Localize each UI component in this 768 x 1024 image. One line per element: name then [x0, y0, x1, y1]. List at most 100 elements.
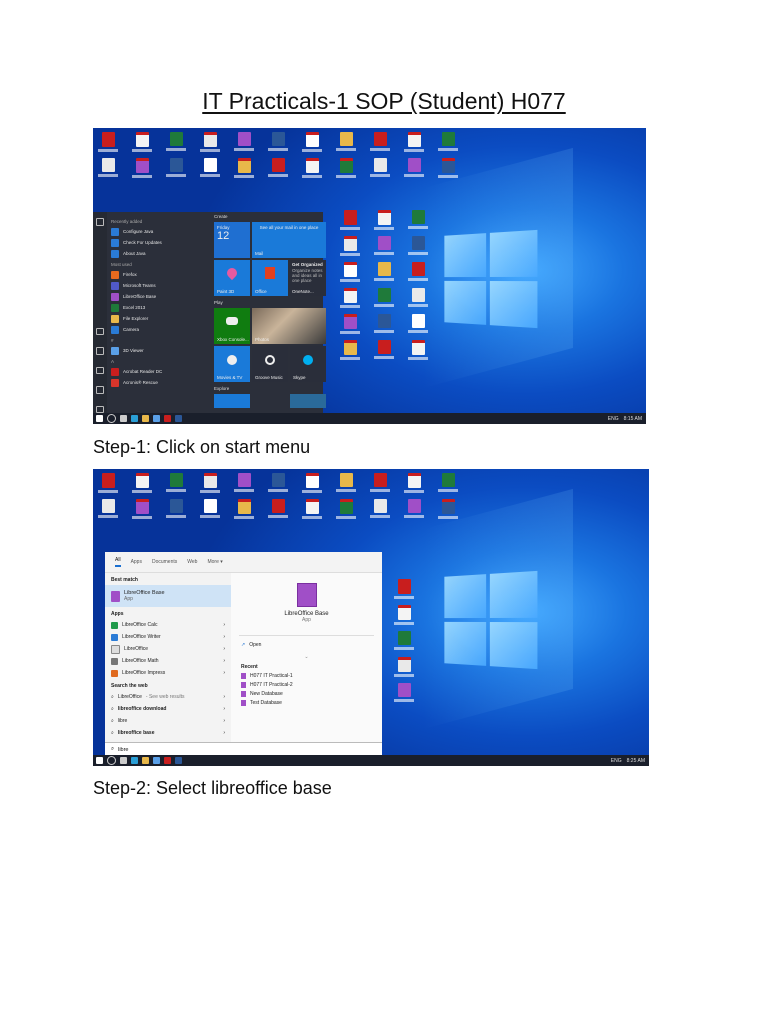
desktop-file-icon[interactable] [394, 631, 414, 651]
list-item[interactable]: LibreOffice Math › [105, 655, 231, 667]
paint3d-tile[interactable]: Paint 3D [214, 260, 250, 296]
desktop-file-icon[interactable] [166, 499, 186, 519]
office-tile[interactable]: Office [252, 260, 288, 296]
explore-tile[interactable] [290, 394, 326, 408]
desktop-file-icon[interactable] [336, 473, 356, 493]
list-item[interactable]: LibreOffice › [105, 643, 231, 655]
desktop-file-icon[interactable] [370, 499, 390, 519]
desktop-file-icon[interactable] [302, 132, 322, 152]
desktop-file-icon[interactable] [374, 210, 394, 230]
desktop-file-icon[interactable] [374, 288, 394, 308]
desktop-file-icon[interactable] [234, 158, 254, 178]
web-item[interactable]: ⌕ libreoffice download › [105, 703, 231, 715]
desktop-file-icon[interactable] [336, 499, 356, 519]
desktop-file-icon[interactable] [302, 499, 322, 519]
list-item[interactable]: Acronis® Rescue [111, 377, 207, 388]
store-icon[interactable] [153, 415, 160, 422]
web-item[interactable]: ⌕ libre › [105, 715, 231, 727]
tray-language[interactable]: ENG [611, 758, 622, 764]
tray-clock[interactable]: 8:25 AM [627, 758, 645, 764]
desktop-file-icon[interactable] [340, 340, 360, 360]
desktop-file-icon[interactable] [98, 158, 118, 178]
best-match-item[interactable]: LibreOffice Base App [105, 585, 231, 607]
desktop-file-icon[interactable] [408, 210, 428, 230]
pdf-icon[interactable] [164, 757, 171, 764]
desktop-file-icon[interactable] [370, 132, 390, 152]
calendar-tile[interactable]: Friday 12 [214, 222, 250, 258]
tab-apps[interactable]: Apps [131, 559, 142, 565]
desktop-file-icon[interactable] [370, 158, 390, 178]
taskview-icon[interactable] [120, 757, 127, 764]
desktop-file-icon[interactable] [200, 499, 220, 519]
desktop-file-icon[interactable] [302, 473, 322, 493]
list-item[interactable]: LibreOffice Calc › [105, 619, 231, 631]
folder-icon[interactable] [142, 415, 149, 422]
desktop-file-icon[interactable] [132, 473, 152, 493]
settings-icon[interactable] [96, 386, 104, 394]
search-icon[interactable] [107, 756, 116, 765]
word-icon[interactable] [175, 757, 182, 764]
list-item[interactable]: Camera [111, 324, 207, 335]
desktop-file-icon[interactable] [268, 473, 288, 493]
desktop-file-icon[interactable] [408, 340, 428, 360]
desktop-file-icon[interactable] [404, 473, 424, 493]
desktop-file-icon[interactable] [234, 473, 254, 493]
user-icon[interactable] [96, 327, 104, 335]
open-action[interactable]: ↗ Open [241, 642, 372, 648]
desktop-file-icon[interactable] [394, 657, 414, 677]
desktop-file-icon[interactable] [268, 499, 288, 519]
tray-clock[interactable]: 8:15 AM [624, 416, 642, 422]
word-icon[interactable] [175, 415, 182, 422]
tray-language[interactable]: ENG [608, 416, 619, 422]
desktop-file-icon[interactable] [340, 210, 360, 230]
desktop-file-icon[interactable] [336, 158, 356, 178]
xbox-tile[interactable]: Xbox Console... [214, 308, 250, 344]
desktop-file-icon[interactable] [374, 236, 394, 256]
list-item[interactable]: 3D Viewer [111, 345, 207, 356]
groove-tile[interactable]: Groove Music [252, 346, 288, 382]
edge-icon[interactable] [131, 415, 138, 422]
desktop-file-icon[interactable] [132, 158, 152, 178]
recent-item[interactable]: Test Database [241, 700, 372, 706]
desktop-file-icon[interactable] [98, 473, 118, 493]
desktop-file-icon[interactable] [370, 473, 390, 493]
recent-item[interactable]: H077 IT Practical-2 [241, 682, 372, 688]
list-item[interactable]: Excel 2013 [111, 302, 207, 313]
desktop-file-icon[interactable] [166, 132, 186, 152]
desktop-file-icon[interactable] [374, 314, 394, 334]
desktop-file-icon[interactable] [166, 158, 186, 178]
desktop-file-icon[interactable] [166, 473, 186, 493]
photos-tile[interactable]: Photos [252, 308, 326, 344]
start-icon[interactable] [96, 757, 103, 764]
desktop-file-icon[interactable] [234, 499, 254, 519]
list-item[interactable]: File Explorer [111, 313, 207, 324]
explore-tile[interactable] [214, 394, 250, 408]
mail-tile[interactable]: See all your mail in one place Mail [252, 222, 326, 258]
desktop-file-icon[interactable] [404, 132, 424, 152]
desktop-file-icon[interactable] [408, 236, 428, 256]
hamburger-icon[interactable] [96, 218, 104, 226]
desktop-file-icon[interactable] [302, 158, 322, 178]
list-item[interactable]: LibreOffice Base [111, 291, 207, 302]
search-icon[interactable] [107, 414, 116, 423]
tab-documents[interactable]: Documents [152, 559, 177, 565]
desktop-file-icon[interactable] [268, 132, 288, 152]
desktop-file-icon[interactable] [408, 314, 428, 334]
list-item[interactable]: About Java [111, 248, 207, 259]
pictures-icon[interactable] [96, 366, 104, 374]
power-icon[interactable] [96, 405, 104, 413]
skype-tile[interactable]: Skype [290, 346, 326, 382]
edge-icon[interactable] [131, 757, 138, 764]
movies-tile[interactable]: Movies & TV [214, 346, 250, 382]
pdf-icon[interactable] [164, 415, 171, 422]
folder-icon[interactable] [142, 757, 149, 764]
desktop-file-icon[interactable] [132, 132, 152, 152]
desktop-file-icon[interactable] [340, 236, 360, 256]
desktop-file-icon[interactable] [408, 262, 428, 282]
list-item[interactable]: Check For Updates [111, 237, 207, 248]
desktop-file-icon[interactable] [340, 262, 360, 282]
desktop-file-icon[interactable] [438, 132, 458, 152]
list-item[interactable]: Microsoft Teams [111, 280, 207, 291]
store-icon[interactable] [153, 757, 160, 764]
expand-chevron-icon[interactable]: ⌄ [231, 654, 382, 660]
